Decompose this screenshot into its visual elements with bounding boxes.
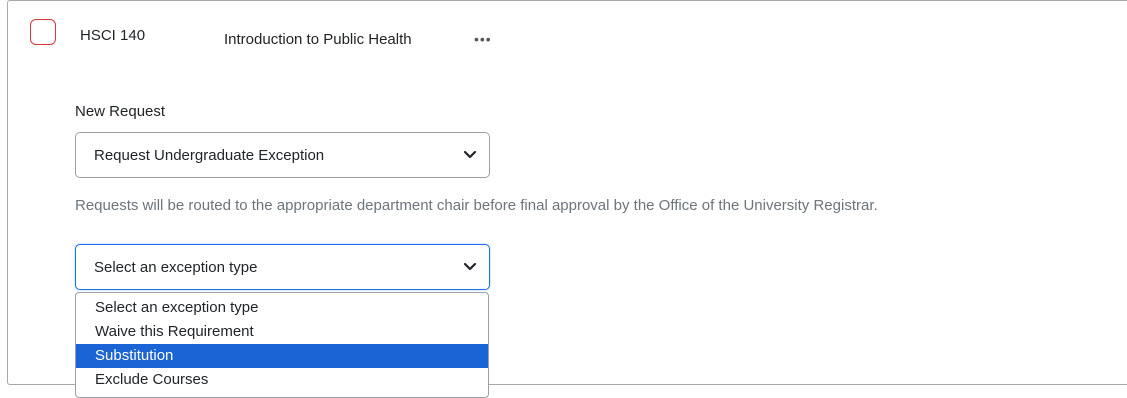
routing-help-text: Requests will be routed to the appropria… [75, 197, 878, 214]
course-title: Introduction to Public Health [224, 31, 412, 48]
chevron-down-icon [463, 262, 477, 271]
option-substitution[interactable]: Substitution [76, 344, 488, 368]
more-options-icon[interactable]: ••• [474, 31, 492, 47]
exception-type-value: Select an exception type [94, 259, 258, 276]
course-code: HSCI 140 [80, 27, 146, 44]
exception-type-select[interactable]: Select an exception type [75, 244, 490, 290]
requirement-checkbox[interactable] [30, 19, 56, 45]
exception-type-dropdown: Select an exception type Waive this Requ… [75, 292, 489, 398]
chevron-down-icon [463, 150, 477, 159]
option-exclude-courses[interactable]: Exclude Courses [76, 368, 488, 392]
request-type-select[interactable]: Request Undergraduate Exception [75, 132, 490, 178]
option-waive-requirement[interactable]: Waive this Requirement [76, 320, 488, 344]
option-select-exception-type[interactable]: Select an exception type [76, 296, 488, 320]
new-request-label: New Request [75, 103, 166, 120]
request-type-value: Request Undergraduate Exception [94, 147, 325, 164]
